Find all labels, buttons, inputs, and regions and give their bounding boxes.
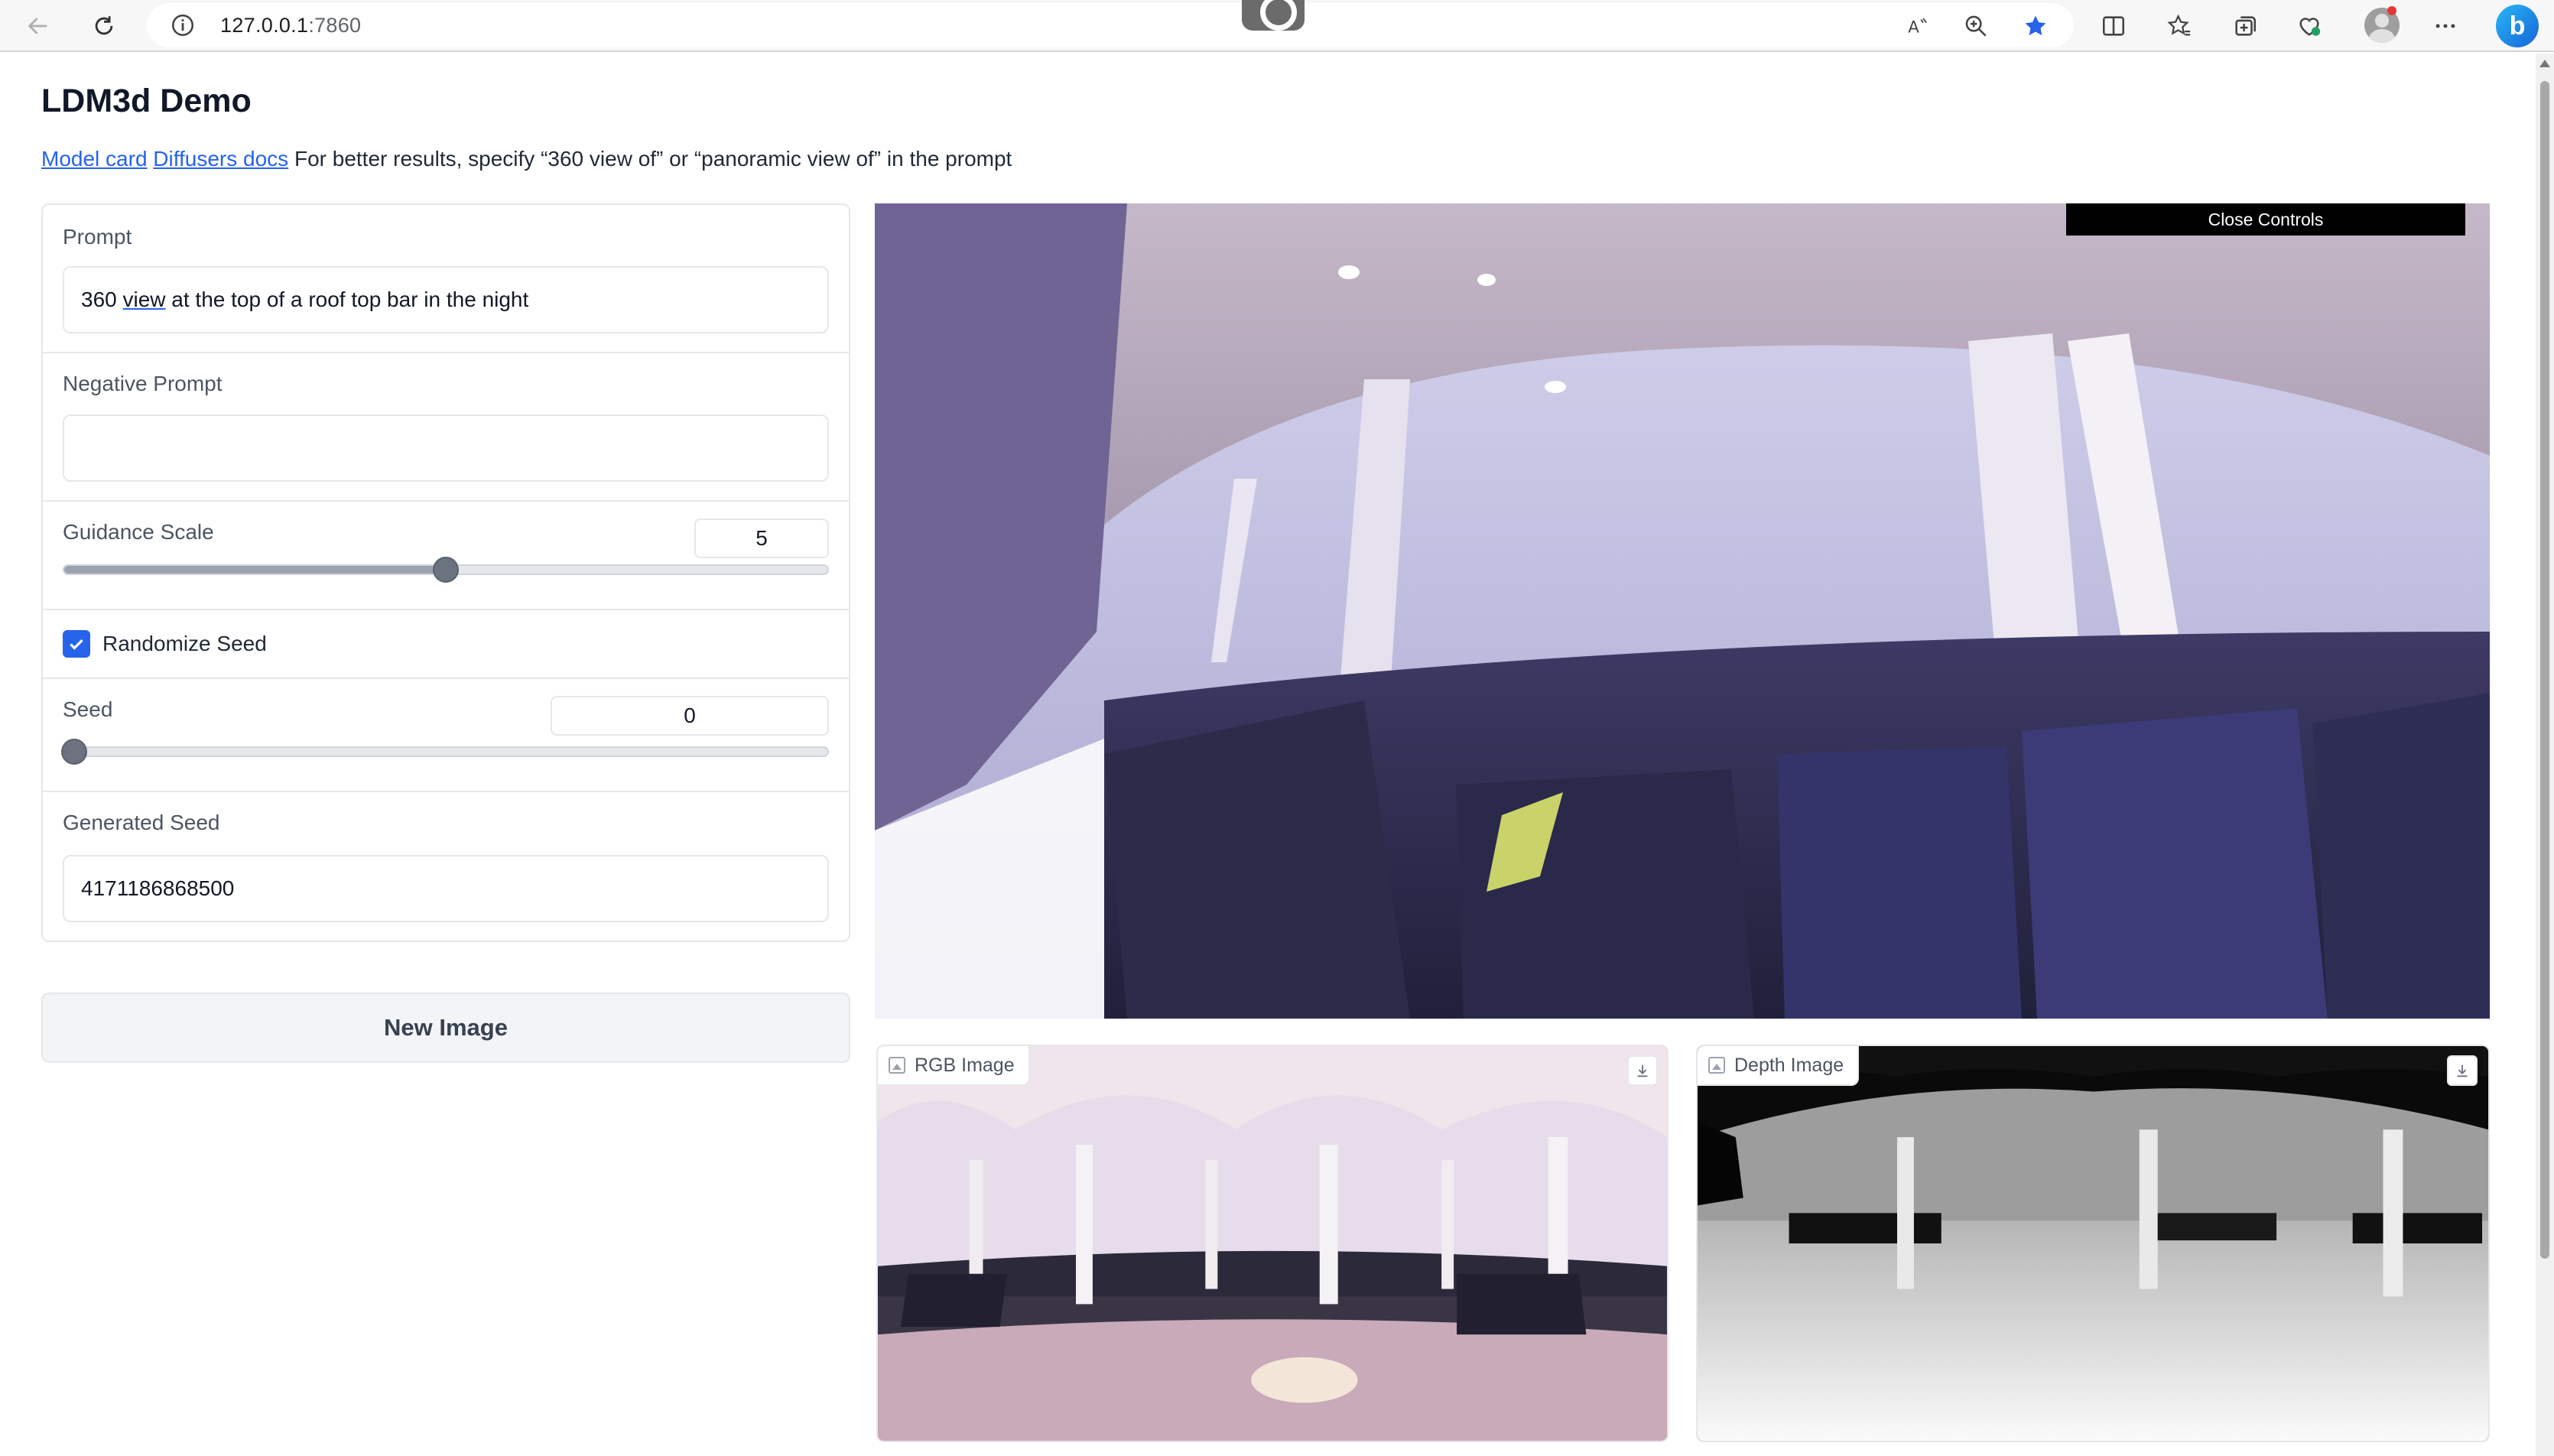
depth-panorama-image	[1698, 1046, 2488, 1441]
guidance-scale-block: Guidance Scale 5	[43, 502, 849, 610]
prompt-hint: For better results, specify “360 view of…	[294, 147, 1012, 171]
seed-slider[interactable]	[63, 746, 829, 757]
depth-image-label: Depth Image	[1734, 1054, 1844, 1076]
rgb-image-card: RGB Image	[876, 1045, 1669, 1442]
page-description: Model card Diffusers docs For better res…	[41, 147, 1012, 171]
seed-block: Seed 0	[43, 679, 849, 792]
rgb-image-tag: RGB Image	[878, 1046, 1030, 1086]
guidance-scale-slider-handle[interactable]	[433, 557, 459, 583]
randomize-seed-checkbox[interactable]	[63, 630, 90, 658]
image-icon	[889, 1057, 905, 1074]
panorama-viewer[interactable]: Close Controls	[875, 203, 2490, 1019]
prompt-text-end: at the top of a roof top bar in the nigh…	[165, 288, 529, 311]
browser-essentials-icon[interactable]	[2291, 8, 2328, 44]
settings-panel: Prompt 360 view at the top of a roof top…	[41, 203, 850, 942]
negative-prompt-input[interactable]	[63, 414, 829, 482]
prompt-input[interactable]: 360 view at the top of a roof top bar in…	[63, 266, 829, 333]
depth-download-button[interactable]	[2447, 1055, 2478, 1086]
generated-seed-label: Generated Seed	[63, 811, 220, 834]
prompt-text-underlined: view	[122, 288, 166, 311]
diffusers-docs-link[interactable]: Diffusers docs	[153, 147, 288, 171]
randomize-seed-block: Randomize Seed	[43, 610, 849, 679]
scrollbar-thumb[interactable]	[2540, 81, 2549, 1259]
reload-icon[interactable]	[86, 8, 122, 44]
seed-slider-handle[interactable]	[61, 739, 87, 765]
rgb-panorama-image	[878, 1046, 1667, 1441]
more-options-icon[interactable]	[2427, 8, 2464, 44]
guidance-scale-number-input[interactable]: 5	[694, 518, 829, 558]
camera-icon	[1242, 0, 1305, 31]
scroll-up-arrow-icon[interactable]	[2539, 60, 2550, 67]
svg-text:A: A	[1908, 18, 1919, 37]
model-card-link[interactable]: Model card	[41, 147, 148, 171]
negative-prompt-label: Negative Prompt	[63, 372, 223, 395]
page-scrollbar[interactable]	[2536, 54, 2554, 1456]
browser-toolbar: 127.0.0.1:7860 A b	[0, 0, 2554, 52]
rgb-download-button[interactable]	[1627, 1055, 1658, 1086]
close-controls-button[interactable]: Close Controls	[2066, 203, 2465, 236]
checkmark-icon	[70, 639, 83, 650]
guidance-scale-label: Guidance Scale	[63, 520, 214, 544]
zoom-icon[interactable]	[1958, 8, 1994, 44]
generated-seed-output[interactable]: 4171186868500	[63, 855, 829, 922]
site-info-icon[interactable]	[170, 12, 196, 38]
guidance-scale-slider-fill	[64, 566, 447, 574]
read-aloud-icon[interactable]: A	[1899, 8, 1936, 44]
split-screen-icon[interactable]	[2095, 8, 2132, 44]
download-icon	[1637, 1064, 1648, 1077]
prompt-block: Prompt 360 view at the top of a roof top…	[43, 205, 849, 353]
address-bar[interactable]: 127.0.0.1:7860	[147, 3, 2074, 47]
url-text[interactable]: 127.0.0.1:7860	[220, 14, 361, 37]
url-port: :7860	[308, 14, 362, 37]
url-host: 127.0.0.1	[220, 14, 309, 37]
favorites-icon[interactable]	[2161, 8, 2198, 44]
depth-image-tag: Depth Image	[1698, 1046, 1860, 1086]
back-icon[interactable]	[20, 8, 57, 44]
new-image-button[interactable]: New Image	[41, 993, 850, 1063]
rgb-image-label: RGB Image	[915, 1054, 1015, 1076]
depth-image-card: Depth Image	[1696, 1045, 2490, 1442]
randomize-seed-label: Randomize Seed	[102, 632, 267, 655]
notification-dot	[2387, 6, 2396, 15]
seed-label: Seed	[63, 697, 113, 721]
collections-icon[interactable]	[2227, 8, 2263, 44]
seed-number-input[interactable]: 0	[551, 696, 829, 736]
copilot-icon[interactable]: b	[2496, 5, 2539, 47]
negative-prompt-block: Negative Prompt	[43, 353, 849, 502]
download-icon	[2457, 1064, 2468, 1077]
favorite-star-icon[interactable]	[2017, 8, 2054, 44]
image-icon	[1708, 1057, 1725, 1074]
generated-seed-block: Generated Seed 4171186868500	[43, 792, 849, 941]
prompt-text-start: 360	[81, 288, 123, 311]
prompt-label: Prompt	[63, 225, 132, 249]
page-title: LDM3d Demo	[41, 83, 252, 119]
panorama-viewer-image	[875, 203, 2490, 1019]
